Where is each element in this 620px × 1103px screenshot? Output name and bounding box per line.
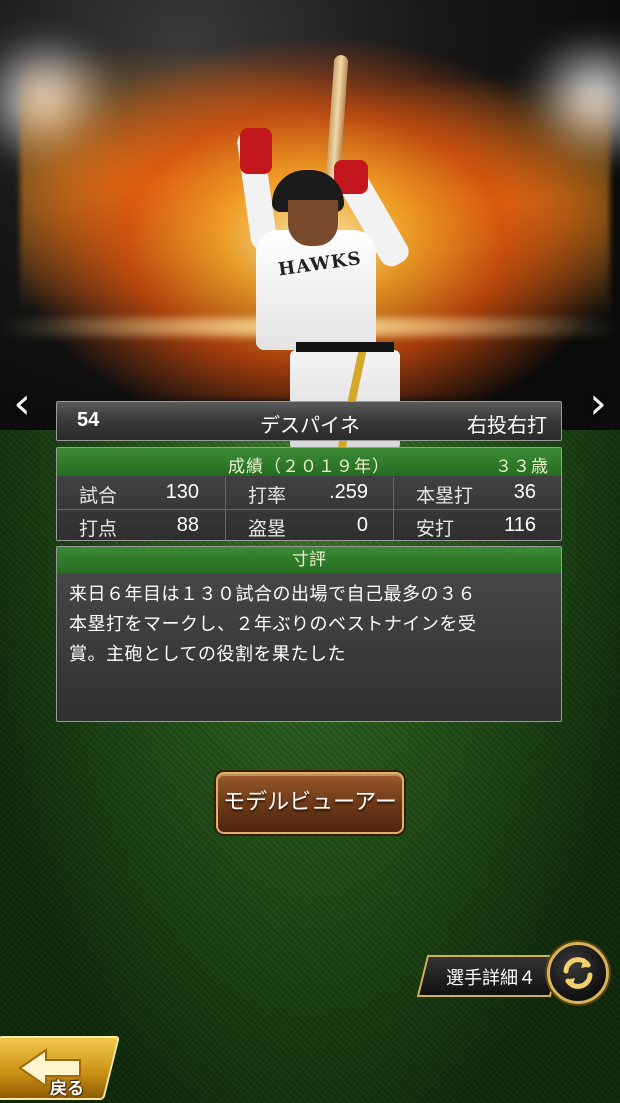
player-image: HAWKS: [230, 50, 420, 450]
stat-label: 打率: [248, 485, 287, 507]
stats-row: 試合 130 打率 .259 本塁打 36: [57, 477, 561, 510]
player-header: デスパイネ 54 右投右打: [56, 401, 562, 441]
stat-label: 盗塁: [248, 518, 287, 540]
swap-button[interactable]: [547, 942, 609, 1004]
next-player-button[interactable]: ›: [582, 380, 614, 428]
stat-value: 116: [504, 514, 536, 536]
review-line: 来日６年目は１３０試合の出場で自己最多の３６: [69, 584, 476, 605]
stat-cell-games: 試合 130: [57, 477, 225, 509]
prev-player-button[interactable]: ‹: [6, 380, 38, 428]
stat-label: 安打: [416, 518, 455, 540]
belt: [296, 342, 394, 352]
stat-value: 88: [176, 514, 199, 536]
review-box: 寸評 来日６年目は１３０試合の出場で自己最多の３６ 本塁打をマークし、２年ぶりの…: [56, 546, 562, 722]
model-viewer-button[interactable]: モデルビューアー: [216, 772, 404, 834]
review-line: 賞。主砲としての役割を果たした: [69, 644, 346, 665]
stats-title: 成績（２０１９年）: [228, 457, 390, 477]
stats-row: 打点 88 盗塁 0 安打 116: [57, 510, 561, 540]
stat-value: 36: [513, 481, 536, 503]
stat-value: .259: [329, 481, 368, 503]
player-head: [288, 200, 338, 246]
review-title: 寸評: [57, 547, 561, 574]
player-handedness: 右投右打: [467, 413, 547, 437]
stat-cell-avg: 打率 .259: [225, 477, 394, 509]
review-text: 来日６年目は１３０試合の出場で自己最多の３６ 本塁打をマークし、２年ぶりのベスト…: [69, 580, 549, 670]
stats-table: 成績（２０１９年） ３３歳 試合 130 打率 .259 本塁打 36 打点 8…: [56, 447, 562, 541]
stat-value: 130: [165, 481, 199, 503]
stats-header: 成績（２０１９年） ３３歳: [57, 448, 561, 477]
chevron-right-icon: ›: [589, 378, 607, 429]
stat-cell-sb: 盗塁 0: [225, 510, 394, 540]
player-number: 54: [77, 409, 100, 431]
stat-cell-rbi: 打点 88: [57, 510, 225, 540]
back-label[interactable]: 戻る: [50, 1074, 84, 1099]
chevron-left-icon: ‹: [13, 378, 31, 429]
stat-value: 0: [356, 514, 368, 536]
stat-cell-hits: 安打 116: [393, 510, 561, 540]
swap-arrows-icon: [563, 957, 593, 989]
stat-label: 試合: [79, 485, 118, 507]
stat-label: 本塁打: [416, 485, 474, 507]
batting-glove-left: [240, 128, 272, 174]
review-line: 本塁打をマークし、２年ぶりのベストナインを受: [69, 614, 477, 635]
stat-label: 打点: [79, 518, 118, 540]
player-age: ３３歳: [495, 457, 549, 477]
player-detail-label[interactable]: 選手詳細４: [432, 964, 550, 990]
stat-cell-hr: 本塁打 36: [393, 477, 561, 509]
